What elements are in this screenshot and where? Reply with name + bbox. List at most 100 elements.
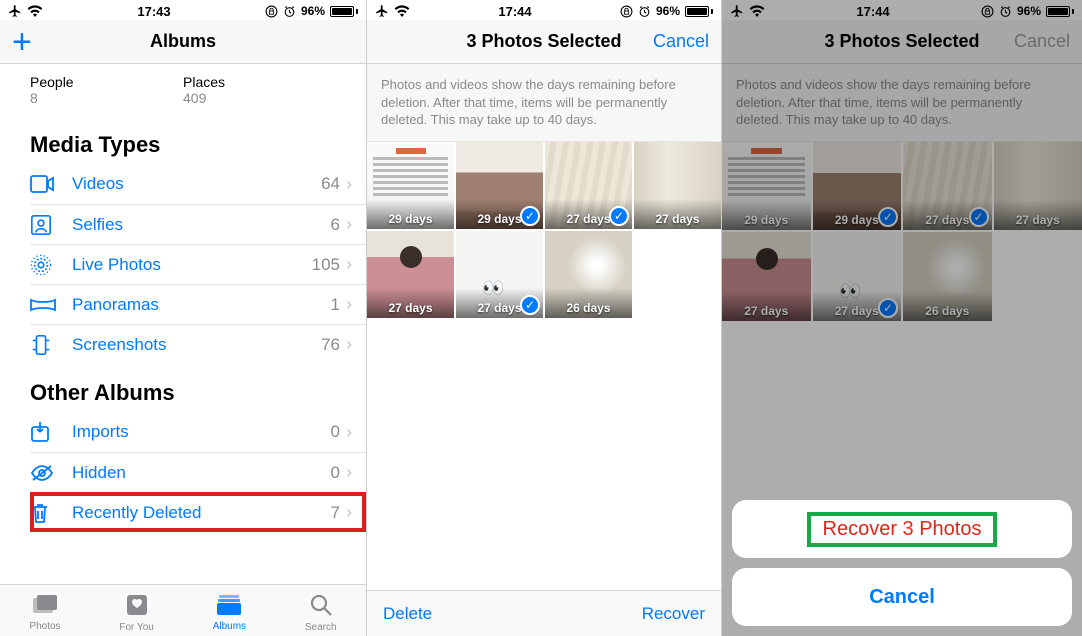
album-row-live[interactable]: Live Photos105› xyxy=(30,244,366,284)
places-album[interactable]: Places 409 xyxy=(183,74,336,106)
nav-title: 3 Photos Selected xyxy=(466,31,621,52)
selected-check-icon: ✓ xyxy=(520,206,540,226)
screens-icon xyxy=(30,334,72,356)
action-sheet-cancel-button[interactable]: Cancel xyxy=(732,568,1072,626)
delete-button[interactable]: Delete xyxy=(383,604,432,624)
photo-grid: 29 days 29 days✓27 days✓ 27 days 27 days 👀27… xyxy=(367,142,721,318)
foryou-tab-icon xyxy=(125,593,149,620)
photo-thumb[interactable]: 27 days xyxy=(367,231,454,318)
album-row-label: Panoramas xyxy=(72,295,331,315)
photo-thumb[interactable]: 26 days xyxy=(545,231,632,318)
stat-label: Places xyxy=(183,74,336,90)
photos-tab-icon xyxy=(32,594,58,619)
add-album-button[interactable]: + xyxy=(12,25,32,59)
wifi-icon xyxy=(27,5,43,17)
days-remaining-badge: 29 days xyxy=(371,212,450,226)
selected-check-icon: ✓ xyxy=(609,206,629,226)
section-header-other-albums: Other Albums xyxy=(0,364,366,412)
battery-pct: 96% xyxy=(301,4,325,18)
albums-scroll[interactable]: People 8 Places 409 Media Types Videos64… xyxy=(0,64,366,584)
pano-icon xyxy=(30,297,72,313)
recently-deleted-select-screen: 17:44 96% 3 Photos Selected Cancel Photo… xyxy=(367,0,722,636)
photo-thumb[interactable]: 29 days xyxy=(367,142,454,229)
albums-tab-icon xyxy=(216,594,242,619)
album-row-count: 64 xyxy=(321,174,340,194)
rotation-lock-icon xyxy=(620,5,633,18)
chevron-right-icon: › xyxy=(346,502,352,523)
album-row-count: 0 xyxy=(331,463,340,483)
chevron-right-icon: › xyxy=(346,334,352,355)
deletion-note: Photos and videos show the days remainin… xyxy=(367,64,721,142)
tab-label: Albums xyxy=(213,621,246,632)
album-row-videos[interactable]: Videos64 › xyxy=(30,164,366,204)
album-row-hidden[interactable]: Hidden0› xyxy=(30,452,366,492)
hidden-icon xyxy=(30,464,72,482)
status-bar: 17:44 96% xyxy=(367,0,721,20)
photo-thumb[interactable]: 27 days xyxy=(634,142,721,229)
imports-icon xyxy=(30,421,72,443)
album-row-count: 105 xyxy=(312,255,340,275)
album-stats-row: People 8 Places 409 xyxy=(0,64,366,116)
chevron-right-icon: › xyxy=(346,294,352,315)
stat-value: 409 xyxy=(183,90,336,106)
recover-action-sheet-screen: 17:44 96% 3 Photos Selected Cancel Photo… xyxy=(722,0,1082,636)
album-row-count: 7 xyxy=(331,503,340,523)
cancel-button[interactable]: Cancel xyxy=(653,31,709,52)
other-albums-list: Imports0›Hidden0›Recently Deleted7› xyxy=(30,412,366,532)
days-remaining-badge: 27 days xyxy=(638,212,717,226)
album-row-label: Imports xyxy=(72,422,331,442)
action-sheet: Recover 3 Photos Cancel xyxy=(732,500,1072,626)
selected-check-icon: ✓ xyxy=(520,295,540,315)
wifi-icon xyxy=(394,5,410,17)
album-row-count: 1 xyxy=(331,295,340,315)
clock: 17:43 xyxy=(137,4,170,19)
recover-button[interactable]: Recover xyxy=(642,604,705,624)
nav-bar: + Albums xyxy=(0,20,366,64)
tab-label: Search xyxy=(305,622,337,633)
select-toolbar: Delete Recover xyxy=(367,590,721,636)
annotation-highlight: Recover 3 Photos xyxy=(809,514,996,545)
airplane-mode-icon xyxy=(375,4,389,18)
album-row-count: 76 xyxy=(321,335,340,355)
photo-thumb[interactable]: 27 days✓ xyxy=(545,142,632,229)
tab-label: Photos xyxy=(29,621,60,632)
nav-bar: 3 Photos Selected Cancel xyxy=(367,20,721,64)
selfies-icon xyxy=(30,214,72,236)
tab-albums[interactable]: Albums xyxy=(213,594,246,632)
battery-icon xyxy=(330,6,358,17)
album-row-label: Screenshots xyxy=(72,335,321,355)
chevron-right-icon: › xyxy=(346,422,352,443)
photo-thumb[interactable]: 👀27 days✓ xyxy=(456,231,543,318)
chevron-right-icon: › xyxy=(346,214,352,235)
album-row-label: Videos xyxy=(72,174,321,194)
nav-title: Albums xyxy=(150,31,216,52)
chevron-right-icon: › xyxy=(346,254,352,275)
album-row-label: Recently Deleted xyxy=(72,503,331,523)
recover-photos-button[interactable]: Recover 3 Photos xyxy=(732,500,1072,558)
days-remaining-badge: 26 days xyxy=(549,301,628,315)
album-row-deleted[interactable]: Recently Deleted7 › xyxy=(30,492,366,532)
tab-photos[interactable]: Photos xyxy=(29,594,60,632)
album-row-label: Selfies xyxy=(72,215,331,235)
photo-thumb[interactable]: 29 days✓ xyxy=(456,142,543,229)
tab-search[interactable]: Search xyxy=(305,593,337,633)
search-tab-icon xyxy=(309,593,333,620)
tab-label: For You xyxy=(119,622,153,633)
airplane-mode-icon xyxy=(8,4,22,18)
clock: 17:44 xyxy=(498,4,531,19)
album-row-count: 6 xyxy=(331,215,340,235)
days-remaining-badge: 27 days xyxy=(371,301,450,315)
album-row-pano[interactable]: Panoramas1 › xyxy=(30,284,366,324)
tab-foryou[interactable]: For You xyxy=(119,593,153,633)
album-row-count: 0 xyxy=(331,422,340,442)
chevron-right-icon: › xyxy=(346,174,352,195)
album-row-screens[interactable]: Screenshots76 › xyxy=(30,324,366,364)
stat-label: People xyxy=(30,74,183,90)
rotation-lock-icon xyxy=(265,5,278,18)
album-row-imports[interactable]: Imports0 › xyxy=(30,412,366,452)
status-bar: 17:43 96% xyxy=(0,0,366,20)
album-row-selfies[interactable]: Selfies6 › xyxy=(30,204,366,244)
deleted-icon xyxy=(30,502,72,524)
videos-icon xyxy=(30,175,72,193)
people-album[interactable]: People 8 xyxy=(30,74,183,106)
